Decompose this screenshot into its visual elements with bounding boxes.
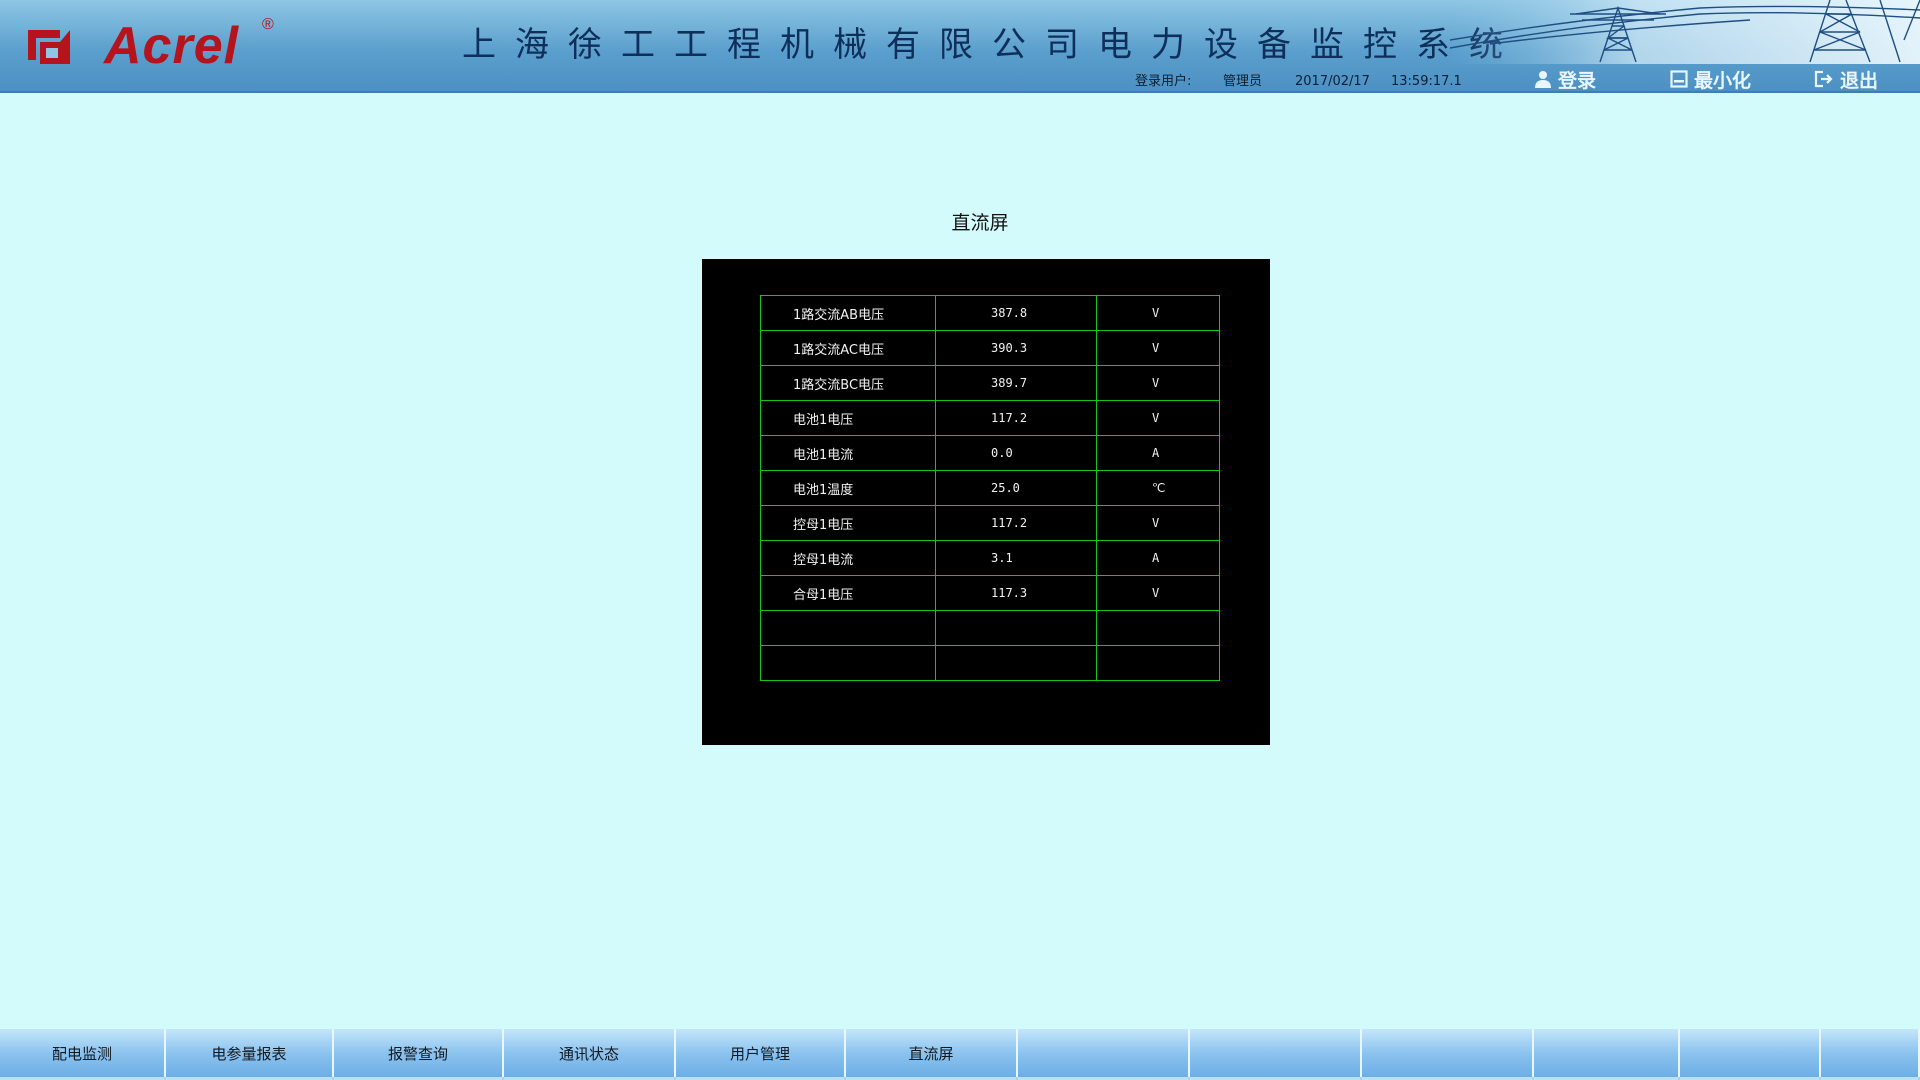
- bottom-nav-bar: 配电监测 电参量报表 报警查询 通讯状态 用户管理 直流屏: [0, 1029, 1920, 1080]
- nav-item-11[interactable]: [1680, 1029, 1821, 1080]
- table-row: 1路交流AB电压 387.8 V: [760, 295, 1220, 331]
- param-unit-cell: V: [1096, 295, 1220, 331]
- nav-item-6[interactable]: 直流屏: [846, 1029, 1018, 1080]
- nav-item-3[interactable]: 报警查询: [334, 1029, 504, 1080]
- nav-item-4[interactable]: 通讯状态: [504, 1029, 676, 1080]
- param-unit-cell: [1096, 645, 1220, 681]
- minimize-icon: [1670, 70, 1688, 88]
- acrel-logo-icon: [28, 30, 70, 64]
- nav-item-8[interactable]: [1190, 1029, 1362, 1080]
- current-time: 13:59:17.1: [1391, 74, 1462, 89]
- nav-item-1[interactable]: 配电监测: [0, 1029, 166, 1080]
- param-value-cell: 117.2: [935, 400, 1097, 436]
- header-bar: Acrel ® 上海徐工工程机械有限公司电力设备监控系统 登录用户: 管理员 2…: [0, 0, 1920, 93]
- param-name-cell: 1路交流AC电压: [760, 330, 936, 366]
- param-value-cell: 3.1: [935, 540, 1097, 576]
- acrel-logo: Acrel ®: [26, 16, 274, 75]
- table-row: 1路交流AC电压 390.3 V: [760, 330, 1220, 366]
- login-button[interactable]: 登录: [1534, 66, 1596, 92]
- param-unit-cell: A: [1096, 435, 1220, 471]
- param-unit-cell: ℃: [1096, 470, 1220, 506]
- minimize-label: 最小化: [1694, 69, 1752, 92]
- param-unit-cell: V: [1096, 505, 1220, 541]
- param-name-cell: 控母1电压: [760, 505, 936, 541]
- page-title: 直流屏: [951, 212, 1009, 234]
- current-date: 2017/02/17: [1295, 74, 1370, 89]
- exit-label: 退出: [1840, 69, 1879, 92]
- param-name-cell: 电池1温度: [760, 470, 936, 506]
- table-row: 控母1电流 3.1 A: [760, 540, 1220, 576]
- login-user-name: 管理员: [1223, 74, 1263, 89]
- logo-text: Acrel: [104, 17, 240, 75]
- login-user-label: 登录用户:: [1135, 74, 1192, 89]
- nav-item-2[interactable]: 电参量报表: [166, 1029, 334, 1080]
- param-name-cell: [760, 610, 936, 646]
- exit-button[interactable]: 退出: [1814, 66, 1878, 92]
- param-name-cell: 合母1电压: [760, 575, 936, 611]
- param-value-cell: 390.3: [935, 330, 1097, 366]
- param-unit-cell: [1096, 610, 1220, 646]
- param-name-cell: 电池1电压: [760, 400, 936, 436]
- param-name-cell: 1路交流AB电压: [760, 295, 936, 331]
- nav-item-9[interactable]: [1362, 1029, 1534, 1080]
- table-row: 电池1电流 0.0 A: [760, 435, 1220, 471]
- param-unit-cell: V: [1096, 365, 1220, 401]
- param-name-cell: [760, 645, 936, 681]
- param-value-cell: 117.2: [935, 505, 1097, 541]
- exit-icon: [1814, 70, 1833, 88]
- param-value-cell: 0.0: [935, 435, 1097, 471]
- table-row: 1路交流BC电压 389.7 V: [760, 365, 1220, 401]
- dc-panel: 1路交流AB电压 387.8 V 1路交流AC电压 390.3 V 1路交流BC电压 389.…: [702, 259, 1270, 745]
- table-row: 控母1电压 117.2 V: [760, 505, 1220, 541]
- table-row: 电池1电压 117.2 V: [760, 400, 1220, 436]
- param-value-cell: [935, 645, 1097, 681]
- param-value-cell: 117.3: [935, 575, 1097, 611]
- param-name-cell: 1路交流BC电压: [760, 365, 936, 401]
- nav-item-12[interactable]: [1821, 1029, 1920, 1080]
- param-unit-cell: V: [1096, 400, 1220, 436]
- param-name-cell: 控母1电流: [760, 540, 936, 576]
- param-value-cell: [935, 610, 1097, 646]
- table-row: [760, 645, 1220, 681]
- param-unit-cell: A: [1096, 540, 1220, 576]
- table-row: [760, 610, 1220, 646]
- nav-item-5[interactable]: 用户管理: [676, 1029, 846, 1080]
- param-name-cell: 电池1电流: [760, 435, 936, 471]
- login-label: 登录: [1558, 69, 1597, 92]
- dc-data-table: 1路交流AB电压 387.8 V 1路交流AC电压 390.3 V 1路交流BC电压 389.…: [760, 295, 1220, 681]
- minimize-button[interactable]: 最小化: [1670, 66, 1751, 92]
- param-unit-cell: V: [1096, 575, 1220, 611]
- table-row: 合母1电压 117.3 V: [760, 575, 1220, 611]
- param-value-cell: 387.8: [935, 295, 1097, 331]
- param-value-cell: 25.0: [935, 470, 1097, 506]
- nav-item-10[interactable]: [1534, 1029, 1680, 1080]
- param-unit-cell: V: [1096, 330, 1220, 366]
- app-window: Acrel ® 上海徐工工程机械有限公司电力设备监控系统 登录用户: 管理员 2…: [0, 0, 1920, 1080]
- table-row: 电池1温度 25.0 ℃: [760, 470, 1220, 506]
- param-value-cell: 389.7: [935, 365, 1097, 401]
- nav-item-7[interactable]: [1018, 1029, 1190, 1080]
- logo-registered-mark: ®: [262, 16, 274, 33]
- user-icon: [1535, 71, 1551, 88]
- app-title: 上海徐工工程机械有限公司电力设备监控系统: [462, 25, 1522, 65]
